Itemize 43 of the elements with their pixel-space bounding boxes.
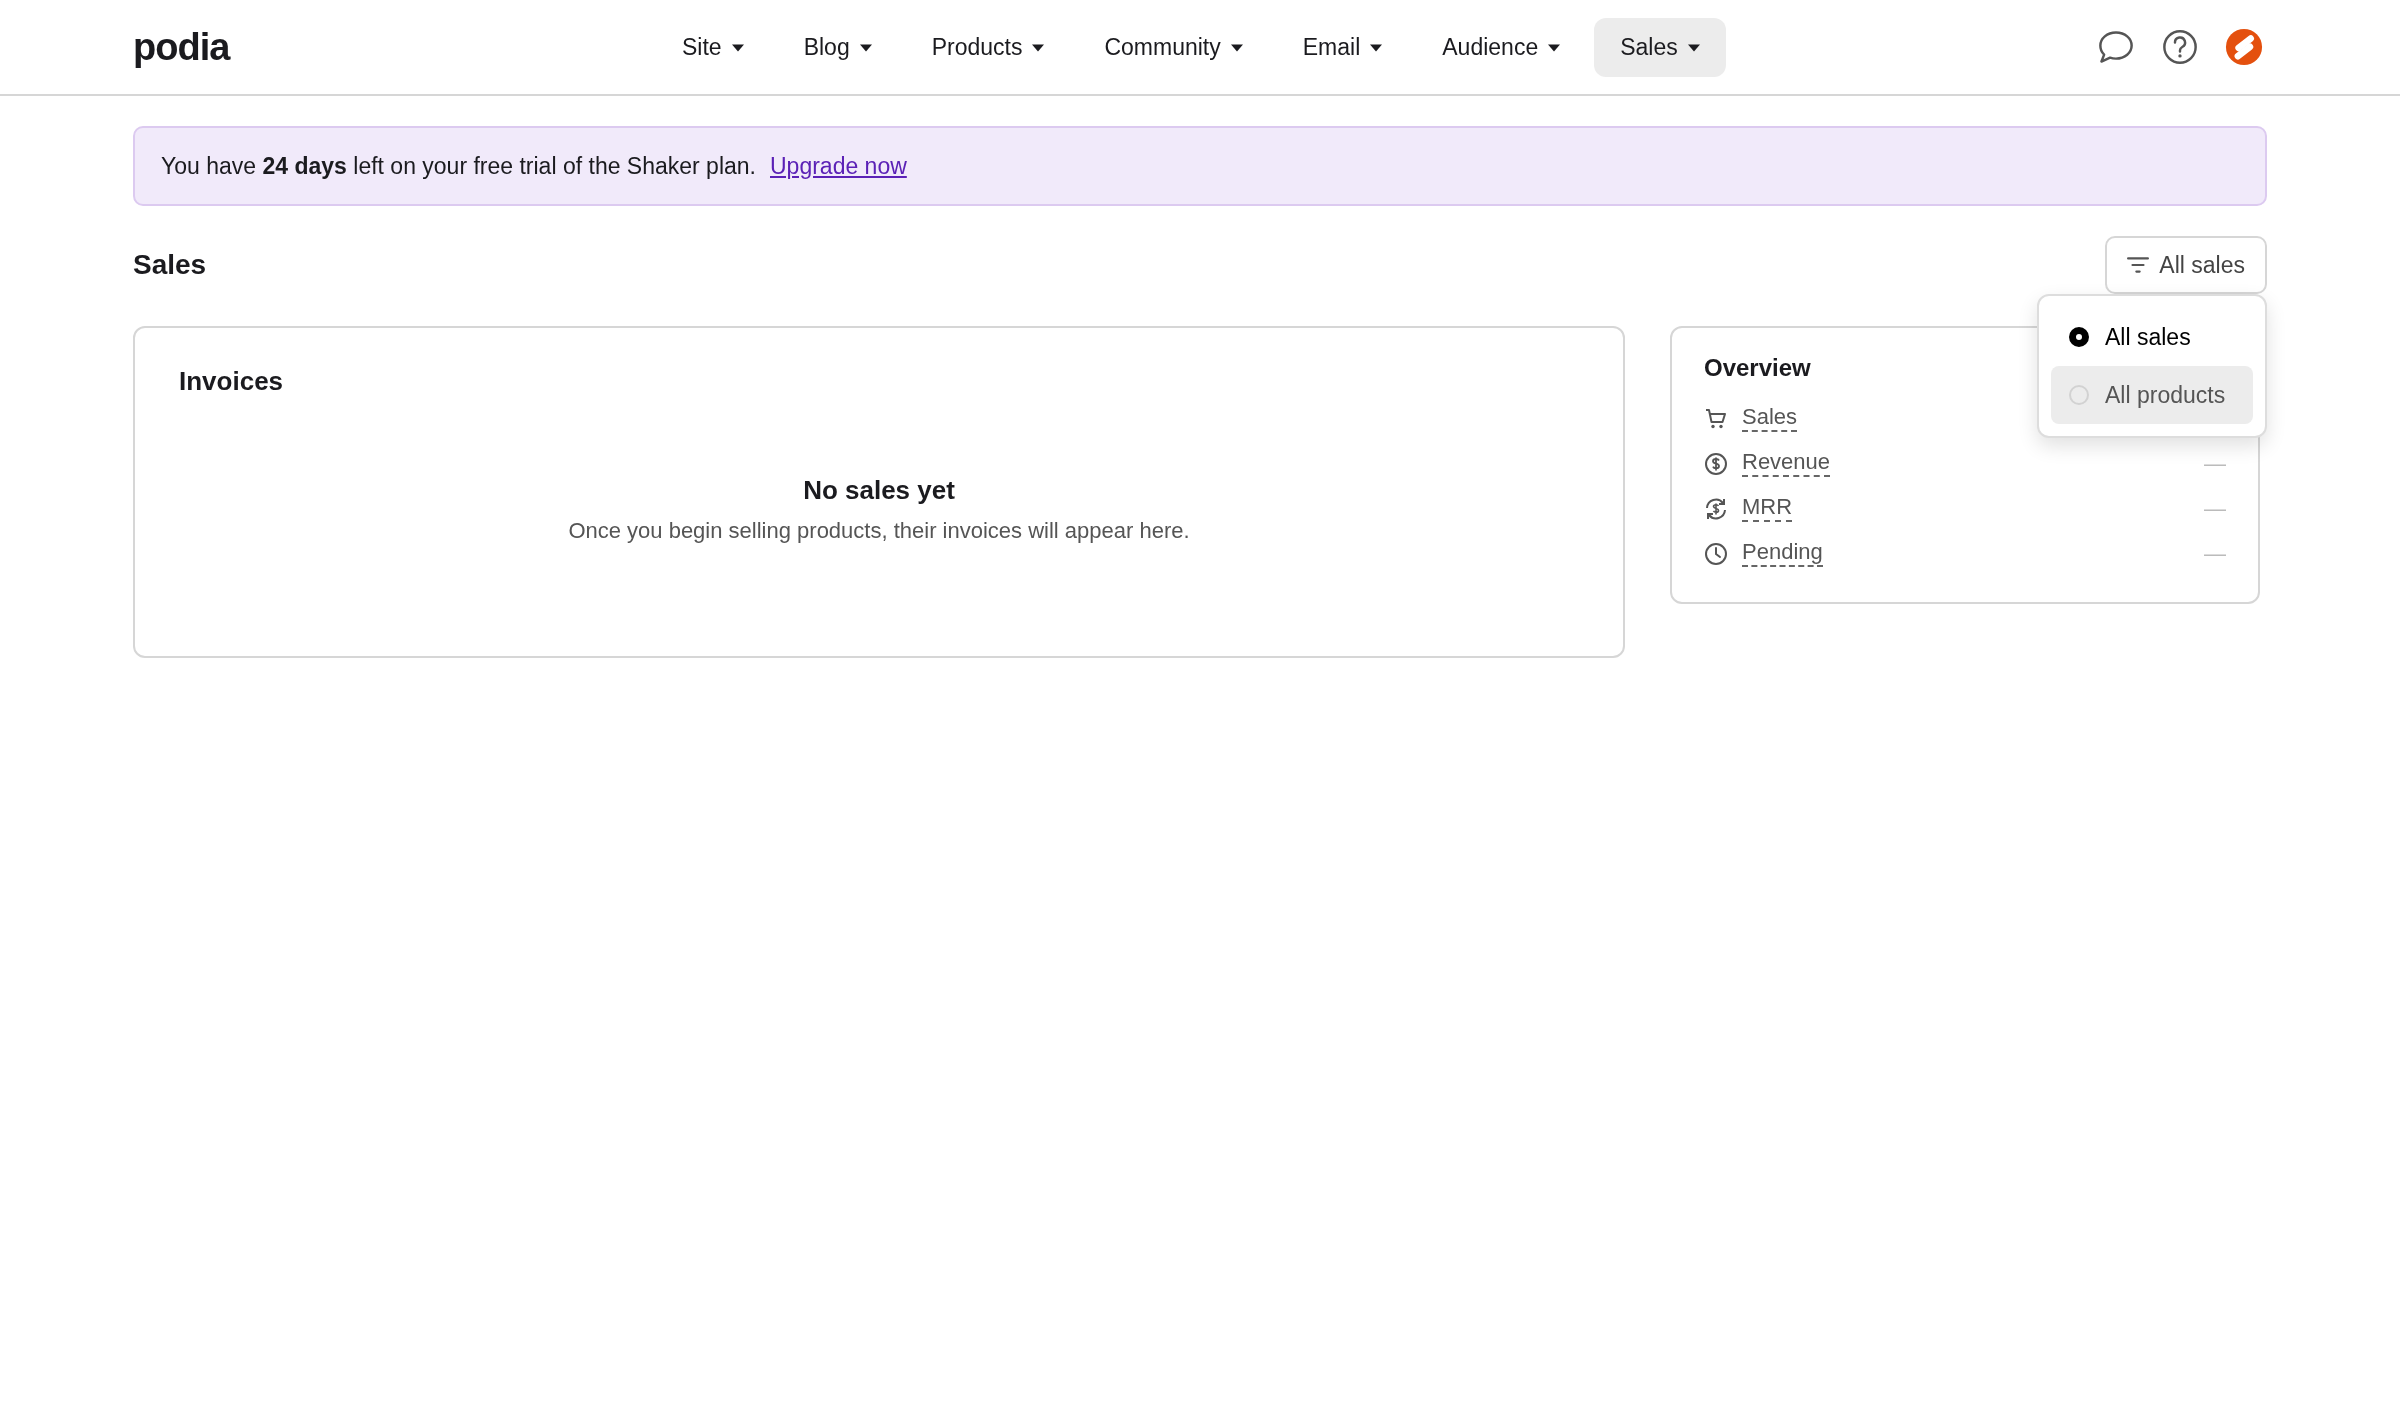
metric-value: — bbox=[2204, 495, 2226, 522]
filter-button[interactable]: All sales bbox=[2105, 236, 2267, 294]
logo[interactable]: podia bbox=[133, 25, 230, 69]
metric-label[interactable]: Sales bbox=[1742, 405, 1798, 432]
help-icon[interactable] bbox=[2161, 28, 2199, 66]
nav-menu[interactable]: Blog bbox=[777, 18, 898, 77]
caret-icon bbox=[1370, 43, 1383, 52]
metric-label[interactable]: Revenue bbox=[1742, 450, 1831, 477]
nav-menu[interactable]: Community bbox=[1078, 18, 1269, 77]
filter-option[interactable]: All products bbox=[2051, 366, 2253, 424]
filter-option[interactable]: All sales bbox=[2051, 308, 2253, 366]
nav-menu[interactable]: Sales bbox=[1594, 18, 1726, 77]
nav-menu[interactable]: Products bbox=[905, 18, 1071, 77]
metric-label[interactable]: Pending bbox=[1742, 540, 1823, 567]
dollar-icon bbox=[1704, 451, 1728, 476]
trial-message: You have 24 days left on your free trial of the Shaker plan. bbox=[161, 152, 756, 180]
caret-icon bbox=[1032, 43, 1045, 52]
cart-icon bbox=[1704, 406, 1728, 431]
card-title: Overview bbox=[1704, 354, 1812, 382]
caret-icon bbox=[1548, 43, 1561, 52]
caret-icon bbox=[1230, 43, 1243, 52]
avatar-icon[interactable] bbox=[2225, 28, 2263, 66]
metric-label[interactable]: MRR bbox=[1742, 495, 1793, 522]
caret-icon bbox=[1687, 43, 1700, 52]
metric-value: — bbox=[2204, 540, 2226, 567]
upgrade-link[interactable]: Upgrade now bbox=[770, 152, 907, 180]
nav-menu[interactable]: Site bbox=[656, 18, 770, 77]
page-title: Sales bbox=[133, 249, 207, 281]
metric-value: — bbox=[2204, 450, 2226, 477]
card-title: Invoices bbox=[179, 366, 285, 397]
option-label: All products bbox=[2105, 381, 2226, 409]
filter-icon bbox=[2127, 256, 2150, 274]
nav-menu[interactable]: Email bbox=[1276, 18, 1409, 77]
empty-message: Once you begin selling products, their invoices will appear here. bbox=[567, 518, 1191, 544]
nav-menu[interactable]: Audience bbox=[1416, 18, 1587, 77]
radio-button[interactable] bbox=[2069, 327, 2089, 347]
empty-title: No sales yet bbox=[802, 475, 956, 506]
option-label: All sales bbox=[2105, 323, 2191, 351]
recurring-dollar-icon bbox=[1704, 496, 1728, 521]
chat-icon[interactable] bbox=[2097, 28, 2135, 66]
caret-icon bbox=[859, 43, 872, 52]
clock-icon bbox=[1704, 541, 1728, 566]
caret-icon bbox=[731, 43, 744, 52]
